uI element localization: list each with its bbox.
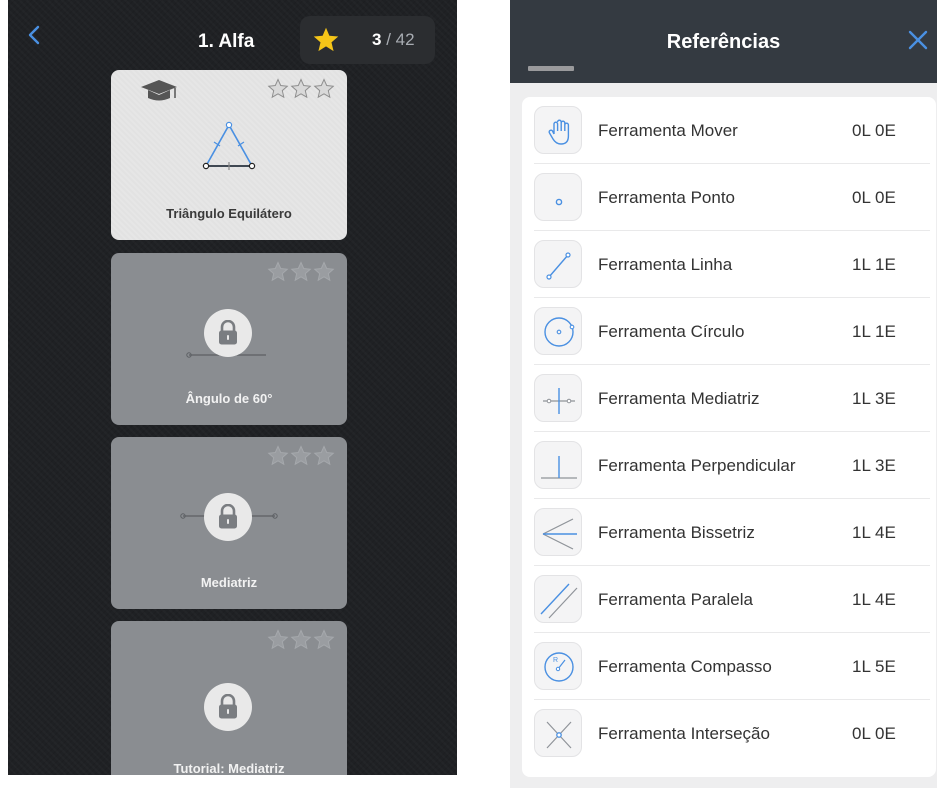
perpendicular-icon: [541, 456, 577, 479]
equilateral-triangle-icon: [202, 121, 256, 170]
tool-name: Ferramenta Paralela: [598, 590, 753, 609]
tool-score: 1L 1E: [852, 255, 896, 274]
compass-icon: R: [544, 652, 574, 682]
card-title: Tutorial: Mediatriz: [173, 761, 285, 775]
card-title: Mediatriz: [200, 575, 258, 590]
tool-score: 0L 0E: [852, 188, 896, 207]
line-icon: [546, 252, 571, 280]
scrolled-heading-fragment: [528, 66, 574, 71]
lock-icon: [219, 320, 237, 345]
circle-icon: [544, 317, 575, 347]
tool-row-compasso[interactable]: R Ferramenta Compasso 1L 5E: [522, 633, 936, 700]
lock-icon: [219, 504, 237, 529]
card-title: Triângulo Equilátero: [166, 206, 292, 221]
point-icon: [555, 198, 563, 206]
tool-row-mediatriz[interactable]: Ferramenta Mediatriz 1L 3E: [522, 365, 936, 432]
tool-icon-box: [534, 709, 582, 757]
references-panel: Referências Ferramenta Mover 0L 0E Ferra…: [510, 0, 937, 788]
tool-name: Ferramenta Bissetriz: [598, 523, 755, 542]
tool-list: Ferramenta Mover 0L 0E Ferramenta Ponto …: [522, 97, 936, 777]
tool-row-ponto[interactable]: Ferramenta Ponto 0L 0E: [522, 164, 936, 231]
tool-score: 1L 1E: [852, 322, 896, 341]
tool-icon-box: [534, 307, 582, 355]
lock-badge: [204, 683, 252, 731]
rating-stars-icon: [267, 629, 335, 650]
level-screen: 1. Alfa 3 / 42 Triângulo Equilátero Ângu…: [8, 0, 457, 775]
bisector-icon: [543, 388, 575, 414]
tool-icon-box: [534, 374, 582, 422]
tool-score: 0L 0E: [852, 121, 896, 140]
parallel-icon: [540, 583, 578, 619]
close-icon[interactable]: [906, 28, 930, 52]
stars-earned: 3: [372, 30, 382, 49]
stars-total: / 42: [386, 30, 415, 49]
lock-badge: [204, 309, 252, 357]
level-card-mediatriz[interactable]: Mediatriz: [111, 437, 347, 609]
tool-name: Ferramenta Linha: [598, 255, 733, 274]
angle-bisector-icon: [542, 518, 577, 550]
tool-score: 1L 5E: [852, 657, 896, 676]
tool-row-mover[interactable]: Ferramenta Mover 0L 0E: [522, 97, 936, 164]
tool-row-perpendicular[interactable]: Ferramenta Perpendicular 1L 3E: [522, 432, 936, 499]
level-topbar: 1. Alfa 3 / 42: [8, 0, 457, 66]
star-progress-badge: 3 / 42: [300, 16, 435, 64]
tool-icon-box: [534, 508, 582, 556]
tool-score: 1L 4E: [852, 590, 896, 609]
tool-score: 1L 4E: [852, 523, 896, 542]
tool-icon-box: [534, 575, 582, 623]
references-title: Referências: [666, 31, 781, 53]
tool-name: Ferramenta Interseção: [598, 724, 770, 743]
hand-icon: [548, 119, 570, 145]
tool-icon-box: [534, 106, 582, 154]
star-count: 3 / 42: [372, 30, 415, 50]
tool-score: 1L 3E: [852, 456, 896, 475]
card-title: Ângulo de 60°: [185, 391, 273, 406]
tool-name: Ferramenta Círculo: [598, 322, 745, 341]
tool-row-intersecao[interactable]: Ferramenta Interseção 0L 0E: [522, 700, 936, 767]
tool-score: 0L 0E: [852, 724, 896, 743]
tool-icon-box: R: [534, 642, 582, 690]
tool-row-linha[interactable]: Ferramenta Linha 1L 1E: [522, 231, 936, 298]
tool-name: Ferramenta Ponto: [598, 188, 736, 207]
tool-icon-box: [534, 441, 582, 489]
tool-score: 1L 3E: [852, 389, 896, 408]
tool-icon-box: [534, 173, 582, 221]
back-chevron-icon[interactable]: [24, 24, 46, 46]
tool-icon-box: [534, 240, 582, 288]
level-card-triangle[interactable]: Triângulo Equilátero: [111, 70, 347, 240]
level-card-angle-60[interactable]: Ângulo de 60°: [111, 253, 347, 425]
level-card-tutorial-mediatriz[interactable]: Tutorial: Mediatriz: [111, 621, 347, 775]
tool-row-bissetriz[interactable]: Ferramenta Bissetriz 1L 4E: [522, 499, 936, 566]
level-title: 1. Alfa: [198, 31, 255, 52]
lock-badge: [204, 493, 252, 541]
svg-text:R: R: [553, 657, 558, 664]
star-icon: [313, 27, 339, 52]
lock-icon: [219, 694, 237, 719]
tool-name: Ferramenta Perpendicular: [598, 456, 796, 475]
tool-name: Ferramenta Mover: [598, 121, 738, 140]
tool-name: Ferramenta Mediatriz: [598, 389, 760, 408]
intersection-icon: [546, 721, 572, 749]
tool-row-paralela[interactable]: Ferramenta Paralela 1L 4E: [522, 566, 936, 633]
tool-row-circulo[interactable]: Ferramenta Círculo 1L 1E: [522, 298, 936, 365]
tool-name: Ferramenta Compasso: [598, 657, 772, 676]
